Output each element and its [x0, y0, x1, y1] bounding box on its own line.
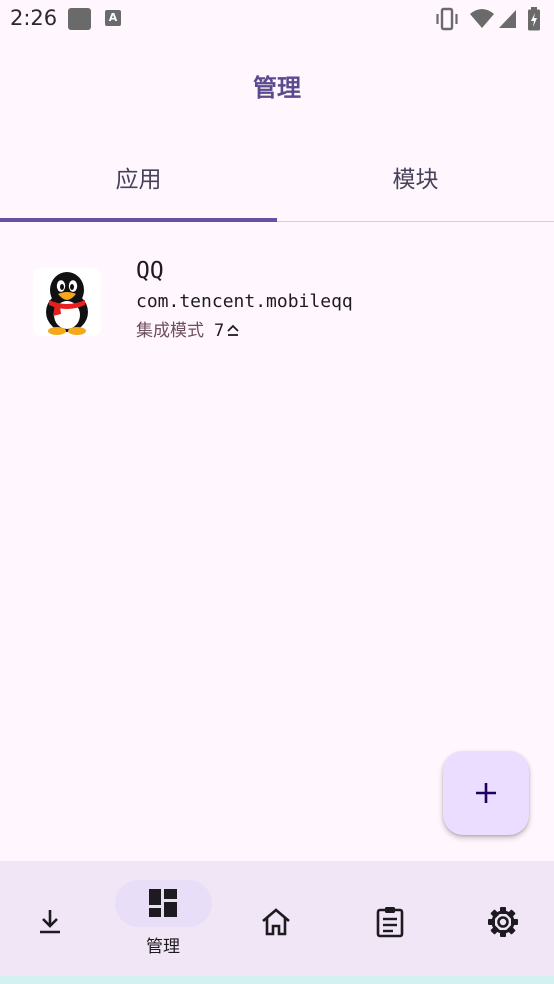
tab-indicator — [0, 218, 277, 222]
nav-item-home[interactable] — [222, 861, 332, 976]
app-square-icon — [68, 8, 91, 30]
a-badge-icon: A — [105, 10, 121, 26]
tab-apps[interactable]: 应用 — [0, 140, 277, 220]
status-bar: 2:26 A — [0, 0, 554, 38]
home-icon — [262, 908, 290, 936]
download-icon — [40, 910, 60, 934]
clipboard-icon — [376, 907, 404, 938]
nav-item-download[interactable] — [0, 861, 110, 976]
page-title: 管理 — [253, 74, 301, 102]
app-mode-label: 集成模式 — [136, 321, 204, 341]
tab-modules[interactable]: 模块 — [277, 140, 554, 220]
app-name: QQ — [136, 258, 164, 284]
tab-row: 应用 模块 — [0, 140, 554, 222]
plus-icon — [476, 783, 496, 803]
signal-icon — [499, 10, 516, 28]
vibrate-icon — [436, 7, 458, 31]
status-right-icons — [434, 6, 546, 32]
app-package-name: com.tencent.mobileqq — [136, 291, 353, 312]
module-stack-icon — [227, 324, 239, 336]
top-app-bar: 管理 — [0, 58, 554, 118]
nav-item-logs[interactable] — [335, 861, 445, 976]
qq-penguin-icon — [33, 268, 101, 336]
battery-icon — [528, 7, 540, 31]
nav-item-settings[interactable] — [444, 861, 554, 976]
nav-label-manage: 管理 — [146, 937, 180, 957]
nav-item-manage[interactable]: 管理 — [108, 861, 218, 976]
gesture-bar — [0, 976, 554, 984]
dashboard-icon — [149, 889, 177, 917]
bottom-navigation: 管理 — [0, 861, 554, 976]
wifi-icon — [470, 9, 494, 28]
app-list-item[interactable]: QQ com.tencent.mobileqq 集成模式 7 — [0, 240, 554, 360]
module-count: 7 — [214, 321, 225, 341]
app-mode-line: 集成模式 7 — [136, 319, 240, 343]
screen: 2:26 A 管理 应用 模块 QQ com.tencent.mobileqq … — [0, 0, 554, 984]
gear-icon — [488, 907, 518, 937]
add-fab-button[interactable] — [443, 751, 529, 835]
status-time: 2:26 — [10, 6, 58, 30]
